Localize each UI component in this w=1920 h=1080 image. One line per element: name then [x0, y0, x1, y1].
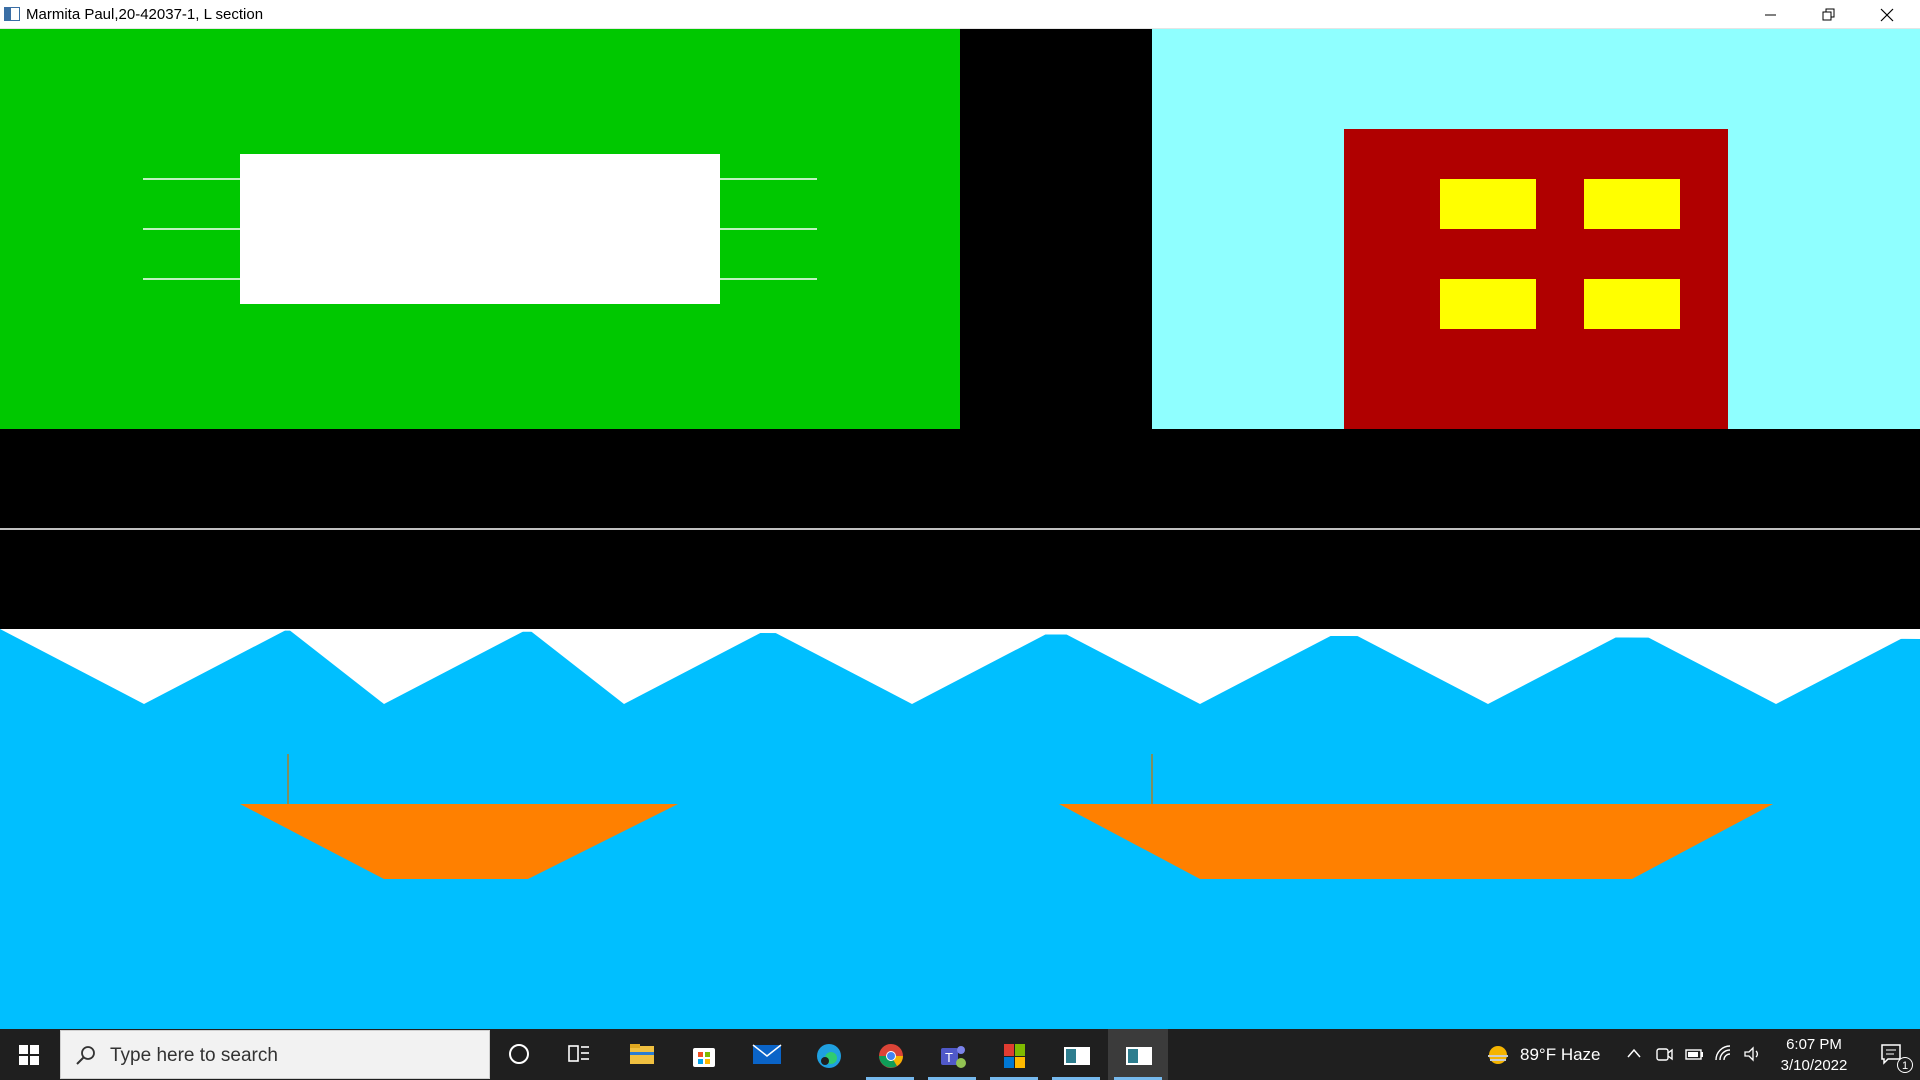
mail-icon — [752, 1044, 782, 1064]
drawing-canvas — [0, 29, 1920, 1029]
close-icon — [1880, 8, 1894, 22]
building-window-3 — [1440, 279, 1536, 329]
file-explorer-icon — [630, 1044, 654, 1064]
restore-icon — [1822, 8, 1835, 21]
weather-temp: 89°F — [1520, 1045, 1557, 1064]
cortana-button[interactable] — [490, 1029, 550, 1080]
chrome-button[interactable] — [860, 1029, 920, 1080]
start-button[interactable] — [0, 1029, 58, 1080]
cortana-icon — [509, 1044, 529, 1064]
notification-count-badge: 1 — [1897, 1057, 1913, 1073]
building-window-2 — [1584, 179, 1680, 229]
chrome-icon — [879, 1044, 903, 1068]
mail-button[interactable] — [736, 1029, 796, 1080]
minimize-button[interactable] — [1742, 0, 1800, 29]
window-title: Marmita Paul,20-42037-1, L section — [26, 6, 264, 23]
clock-date: 3/10/2022 — [1780, 1057, 1848, 1074]
weather-condition: Haze — [1560, 1045, 1601, 1064]
white-sign — [240, 154, 720, 304]
teams-icon: T — [941, 1046, 966, 1068]
teams-button[interactable]: T — [922, 1029, 982, 1080]
clock[interactable]: 6:07 PM 3/10/2022 — [1762, 1033, 1866, 1077]
microsoft-store-button[interactable] — [674, 1029, 734, 1080]
task-view-button[interactable] — [550, 1029, 610, 1080]
restore-button[interactable] — [1800, 0, 1858, 29]
weather-widget[interactable]: 89°F Haze — [1478, 1029, 1618, 1080]
office-button[interactable] — [984, 1029, 1044, 1080]
search-icon — [76, 1046, 95, 1065]
building-window-4 — [1584, 279, 1680, 329]
app-icon — [1064, 1047, 1090, 1065]
chevron-up-icon — [1627, 1048, 1641, 1058]
running-app-icon — [1126, 1047, 1152, 1065]
title-bar: Marmita Paul,20-42037-1, L section — [0, 0, 1920, 29]
camera-icon — [1656, 1048, 1673, 1061]
search-input[interactable]: Type here to search — [60, 1030, 490, 1079]
wifi-icon — [1715, 1045, 1731, 1061]
notifications-button[interactable]: 1 — [1866, 1029, 1920, 1080]
edge-icon — [817, 1044, 841, 1068]
office-icon — [1004, 1044, 1025, 1068]
task-view-icon — [568, 1045, 589, 1062]
weather-text: 89°F Haze — [1520, 1045, 1601, 1065]
show-hidden-icons-button[interactable] — [1620, 1029, 1648, 1080]
speaker-icon — [1744, 1046, 1758, 1062]
meet-now-button[interactable] — [1650, 1029, 1678, 1080]
haze-weather-icon — [1488, 1046, 1508, 1064]
building-window-1 — [1440, 179, 1536, 229]
battery-button[interactable] — [1680, 1029, 1708, 1080]
search-placeholder: Type here to search — [110, 1045, 278, 1066]
microsoft-store-icon — [693, 1048, 715, 1067]
clock-time: 6:07 PM — [1786, 1036, 1842, 1053]
taskbar: Type here to search T 89°F Haze 6:07 PM … — [0, 1029, 1920, 1080]
file-explorer-button[interactable] — [612, 1029, 672, 1080]
svg-text:T: T — [945, 1050, 953, 1065]
app-window-icon — [4, 7, 20, 21]
windows-logo-icon — [19, 1045, 39, 1065]
running-app-button[interactable] — [1108, 1029, 1168, 1080]
close-button[interactable] — [1858, 0, 1916, 29]
app-button[interactable] — [1046, 1029, 1106, 1080]
edge-button[interactable] — [798, 1029, 858, 1080]
network-button[interactable] — [1710, 1029, 1738, 1080]
battery-icon — [1685, 1049, 1703, 1060]
minimize-icon — [1765, 14, 1776, 16]
